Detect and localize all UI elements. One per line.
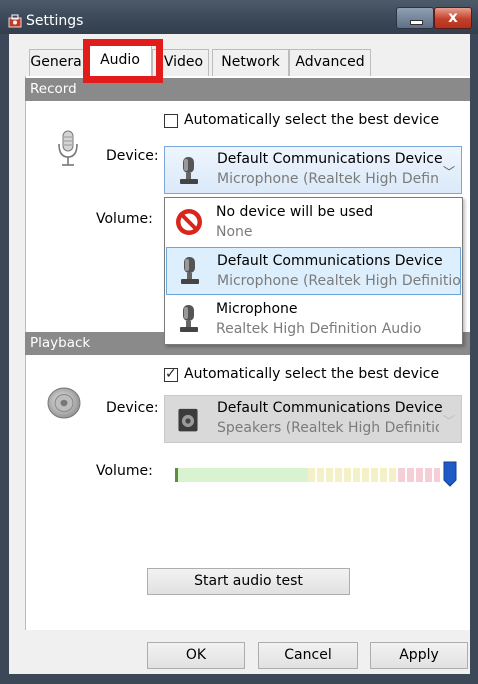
playback-auto-select-checkbox[interactable] (164, 366, 178, 382)
microphone-device-icon (180, 157, 198, 184)
playback-device-select[interactable]: Default Communications Device Speakers (… (164, 395, 462, 443)
settings-window: Settings x General Audio Video Network A… (0, 0, 478, 684)
window-title: Settings (26, 13, 84, 29)
cancel-button[interactable]: Cancel (258, 642, 358, 669)
record-device-dropdown: No device will be used None Default Comm… (164, 197, 463, 345)
close-button[interactable]: x (434, 7, 472, 29)
record-volume-label: Volume: (96, 211, 153, 227)
tab-video[interactable]: Video (152, 49, 209, 76)
record-device-detail: Microphone (Realtek High Definition Audi… (217, 171, 439, 187)
minimize-button[interactable] (396, 7, 434, 29)
chevron-down-icon: ﹀ (442, 165, 455, 179)
dropdown-option-detail: Microphone (Realtek High Definition Audi… (217, 273, 461, 289)
microphone-device-icon (181, 257, 199, 284)
no-entry-icon (176, 209, 202, 235)
record-device-select[interactable]: Default Communications Device Microphone… (164, 146, 462, 194)
tab-audio[interactable]: Audio (88, 45, 152, 76)
playback-auto-select-label: Automatically select the best device (184, 366, 440, 382)
volume-zone-red (398, 468, 440, 482)
dropdown-option-detail: None (216, 224, 253, 240)
window-frame-bottom (0, 674, 478, 684)
playback-device-name: Default Communications Device (217, 400, 443, 416)
volume-slider-thumb[interactable] (443, 461, 457, 487)
volume-zone-yellow (308, 468, 398, 482)
chevron-down-icon: ﹀ (442, 414, 455, 428)
playback-volume-label: Volume: (96, 463, 153, 479)
start-audio-test-button[interactable]: Start audio test (147, 568, 350, 595)
volume-zone-green (178, 468, 308, 482)
tab-network[interactable]: Network (212, 49, 289, 76)
playback-device-detail: Speakers (Realtek High Definition Audio) (217, 420, 439, 436)
record-microphone-icon (58, 130, 78, 166)
tab-advanced[interactable]: Advanced (289, 49, 371, 76)
record-device-label: Device: (106, 148, 159, 164)
apply-button[interactable]: Apply (370, 642, 468, 669)
microphone-device-icon (180, 305, 198, 332)
record-section-header: Record (25, 78, 470, 101)
speaker-icon (47, 387, 81, 419)
speaker-device-icon (178, 408, 198, 432)
dropdown-option-name: Microphone (216, 301, 298, 317)
dropdown-option-no-device[interactable]: No device will be used None (166, 199, 461, 247)
dropdown-option-default-communications[interactable]: Default Communications Device Microphone… (166, 247, 461, 295)
ok-button[interactable]: OK (147, 642, 245, 669)
tab-strip: General Audio Video Network Advanced (9, 34, 470, 76)
title-bar[interactable]: Settings x (0, 0, 478, 34)
dropdown-option-name: Default Communications Device (217, 253, 443, 269)
dropdown-option-detail: Realtek High Definition Audio (216, 321, 422, 337)
playback-volume-slider[interactable] (175, 468, 455, 482)
record-auto-select-checkbox[interactable] (164, 114, 178, 128)
window-frame-left (0, 34, 9, 684)
tab-general[interactable]: General (29, 49, 87, 76)
dropdown-option-name: No device will be used (216, 204, 374, 220)
playback-device-label: Device: (106, 400, 159, 416)
dropdown-option-microphone[interactable]: Microphone Realtek High Definition Audio (166, 296, 461, 344)
record-auto-select-label: Automatically select the best device (184, 112, 440, 128)
app-icon (8, 14, 22, 28)
record-device-name: Default Communications Device (217, 151, 443, 167)
window-frame-right (470, 34, 478, 684)
